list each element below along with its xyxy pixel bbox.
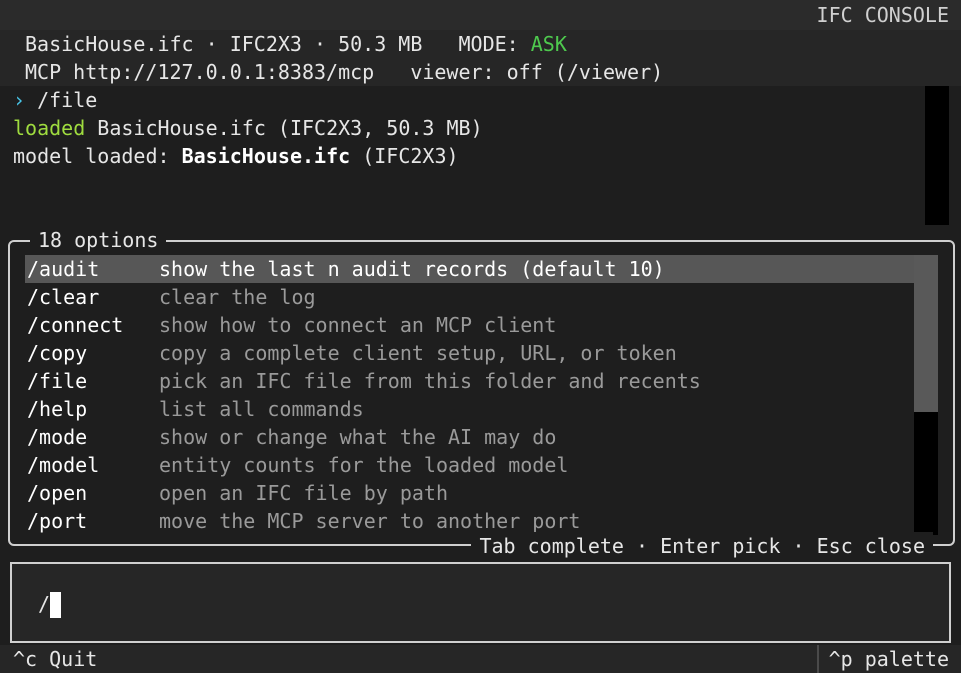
- log-scrollbar[interactable]: [925, 86, 949, 225]
- option-port[interactable]: /port move the MCP server to another port: [25, 507, 915, 535]
- option-command: /audit: [27, 257, 100, 281]
- option-description: show how to connect an MCP client: [159, 313, 557, 337]
- palette-hints: Tab complete · Enter pick · Esc close: [471, 532, 933, 560]
- log-line-model: model loaded: BasicHouse.ifc (IFC2X3): [13, 142, 921, 170]
- status-bar: ^c Quit ^p palette: [0, 645, 961, 673]
- option-file[interactable]: /file pick an IFC file from this folder a…: [25, 367, 915, 395]
- option-description: copy a complete client setup, URL, or to…: [159, 341, 677, 365]
- command-input-value[interactable]: /: [38, 592, 50, 616]
- command-palette: 18 options /audit show the last n audit r…: [8, 226, 955, 560]
- divider: [817, 645, 819, 673]
- separator: ·: [193, 32, 230, 56]
- option-description: show or change what the AI may do: [159, 425, 557, 449]
- palette-scrollbar-thumb[interactable]: [914, 255, 938, 412]
- palette-scrollbar[interactable]: [914, 255, 938, 535]
- model-prefix: model loaded:: [13, 144, 182, 168]
- model-name: BasicHouse.ifc: [181, 144, 351, 168]
- command-input[interactable]: /: [10, 562, 951, 643]
- option-description: clear the log: [159, 285, 316, 309]
- file-size: 50.3 MB: [338, 32, 423, 56]
- app-title: IFC CONSOLE: [816, 3, 949, 27]
- option-command: /copy: [27, 341, 88, 365]
- option-description: pick an IFC file from this folder and re…: [159, 369, 701, 393]
- option-command: /clear: [27, 285, 100, 309]
- log-area: › /file loaded BasicHouse.ifc (IFC2X3, 5…: [0, 86, 961, 225]
- log-line-command: › /file: [13, 86, 921, 114]
- option-command: /connect: [27, 313, 124, 337]
- option-connect[interactable]: /connect show how to connect an MCP clien…: [25, 311, 915, 339]
- option-description: entity counts for the loaded model: [159, 453, 569, 477]
- option-help[interactable]: /help list all commands: [25, 395, 915, 423]
- option-command: /file: [27, 369, 88, 393]
- prompt-chevron-icon: ›: [13, 88, 26, 112]
- option-description: list all commands: [159, 397, 364, 421]
- loaded-tag: loaded: [13, 116, 86, 140]
- option-description: move the MCP server to another port: [159, 509, 581, 533]
- option-description: open an IFC file by path: [159, 481, 448, 505]
- loaded-text: BasicHouse.ifc (IFC2X3, 50.3 MB): [85, 116, 483, 140]
- option-copy[interactable]: /copy copy a complete client setup, URL, …: [25, 339, 915, 367]
- model-suffix: (IFC2X3): [350, 144, 459, 168]
- option-mode[interactable]: /mode show or change what the AI may do: [25, 423, 915, 451]
- server-info-line: MCP http://127.0.0.1:8383/mcp viewer: of…: [0, 58, 961, 86]
- option-model[interactable]: /model entity counts for the loaded model: [25, 451, 915, 479]
- schema: IFC2X3: [229, 32, 302, 56]
- mode-label: MODE:: [458, 32, 531, 56]
- option-command: /mode: [27, 425, 88, 449]
- separator: ·: [301, 32, 339, 56]
- options-list: /audit show the last n audit records (def…: [25, 255, 915, 535]
- option-description: show the last n audit records (default 1…: [159, 257, 665, 281]
- log-command: /file: [25, 88, 98, 112]
- option-command: /port: [27, 509, 88, 533]
- model-info-line: BasicHouse.ifc · IFC2X3 · 50.3 MB MODE: …: [0, 30, 961, 58]
- palette-shortcut[interactable]: ^p palette: [829, 645, 949, 673]
- option-command: /model: [27, 453, 100, 477]
- quit-shortcut[interactable]: ^c Quit: [13, 645, 97, 673]
- option-command: /help: [27, 397, 88, 421]
- option-open[interactable]: /open open an IFC file by path: [25, 479, 915, 507]
- title-bar: IFC CONSOLE: [0, 0, 961, 30]
- palette-title: 18 options: [30, 226, 167, 254]
- file-name: BasicHouse.ifc: [25, 32, 194, 56]
- text-cursor: [50, 591, 62, 618]
- option-clear[interactable]: /clear clear the log: [25, 283, 915, 311]
- mode-value: ASK: [530, 32, 567, 56]
- option-command: /open: [27, 481, 88, 505]
- option-audit[interactable]: /audit show the last n audit records (def…: [25, 255, 915, 283]
- log-line-loaded: loaded BasicHouse.ifc (IFC2X3, 50.3 MB): [13, 114, 921, 142]
